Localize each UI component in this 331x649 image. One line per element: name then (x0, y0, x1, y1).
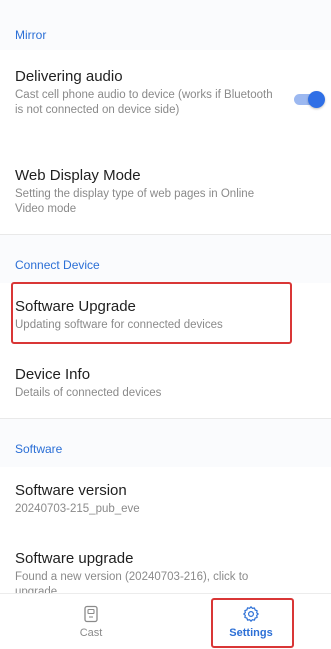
delivering-audio-subtitle: Cast cell phone audio to device (works i… (15, 89, 273, 116)
software-upgrade-available-title: Software upgrade (15, 550, 134, 567)
settings-nav-highlight (211, 598, 294, 648)
software-upgrade-highlight (11, 282, 292, 344)
delivering-audio-title: Delivering audio (15, 68, 123, 85)
mirror-section-band (0, 0, 331, 50)
software-upgrade-available-subtitle: Found a new version (20240703-216), clic… (15, 571, 249, 593)
nav-cast[interactable]: Cast (41, 594, 141, 649)
cast-icon (84, 605, 98, 623)
device-info-subtitle: Details of connected devices (15, 387, 162, 399)
web-display-mode-subtitle: Setting the display type of web pages in… (15, 188, 255, 215)
mirror-section-header: Mirror (15, 28, 47, 42)
software-version-title: Software version (15, 482, 127, 499)
software-version-subtitle: 20240703-215_pub_eve (15, 503, 140, 515)
bottom-nav: Cast Settings (0, 593, 331, 649)
software-section-header: Software (15, 442, 63, 456)
device-info-title: Device Info (15, 366, 91, 383)
nav-cast-label: Cast (79, 627, 103, 639)
delivering-audio-toggle[interactable] (292, 91, 326, 108)
web-display-mode-title: Web Display Mode (15, 167, 141, 184)
toggle-knob (308, 91, 325, 108)
settings-list: Mirror Delivering audio Cast cell phone … (0, 0, 331, 593)
connect-device-section-header: Connect Device (15, 258, 100, 272)
